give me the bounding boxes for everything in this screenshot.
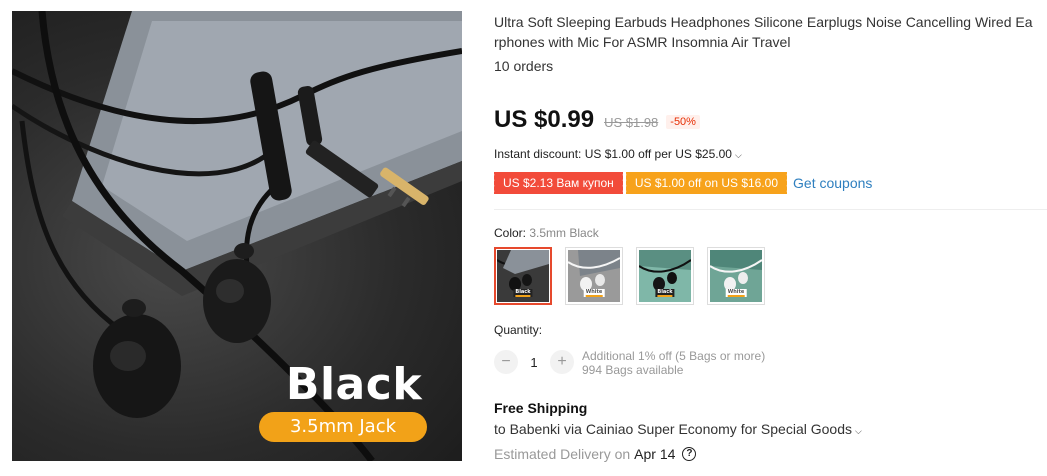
help-circle-icon[interactable]: ? xyxy=(682,447,697,461)
product-main-image[interactable]: Black 3.5mm Jack xyxy=(12,11,462,461)
swatch-tag: Black xyxy=(655,289,675,297)
color-swatches: Black White Black White xyxy=(494,247,765,305)
color-selected-value: 3.5mm Black xyxy=(529,226,599,240)
stock-available: 994 Bags available xyxy=(582,363,684,377)
get-coupons-link[interactable]: Get coupons xyxy=(793,175,872,191)
bulk-discount-note: Additional 1% off (5 Bags or more) xyxy=(582,349,766,363)
delivery-date: Apr 14 xyxy=(634,446,676,462)
quantity-plus-button[interactable]: + xyxy=(550,350,574,374)
shipping-title: Free Shipping xyxy=(494,400,588,416)
shipping-destination-text: to Babenki via Cainiao Super Economy for… xyxy=(494,421,852,437)
color-swatch-black-2[interactable]: Black xyxy=(636,247,694,305)
chevron-down-icon: ⌵ xyxy=(854,426,862,436)
product-title: Ultra Soft Sleeping Earbuds Headphones S… xyxy=(494,12,1047,52)
discount-badge: -50% xyxy=(666,115,700,129)
price-row: US $0.99 US $1.98 -50% xyxy=(494,106,700,134)
divider xyxy=(494,209,1047,210)
hero-color-label: Black xyxy=(285,359,423,410)
color-swatch-white-1[interactable]: White xyxy=(565,247,623,305)
estimated-delivery: Estimated Delivery on Apr 14 ? xyxy=(494,446,697,462)
original-price: US $1.98 xyxy=(604,115,659,130)
color-swatch-black-1[interactable]: Black xyxy=(494,247,552,305)
current-price: US $0.99 xyxy=(494,106,595,133)
swatch-tag: White xyxy=(583,289,605,297)
off-coupon[interactable]: US $1.00 off on US $16.00 xyxy=(623,172,790,194)
coupon-row: US $2.13 Вам купон US $1.00 off on US $1… xyxy=(492,172,872,194)
color-label: Color: 3.5mm Black xyxy=(494,226,599,240)
product-title-line2: rphones with Mic For ASMR Insomnia Air T… xyxy=(494,34,791,50)
chevron-down-icon: ⌵ xyxy=(734,150,742,160)
shipping-destination[interactable]: to Babenki via Cainiao Super Economy for… xyxy=(494,421,862,437)
color-label-text: Color: xyxy=(494,226,527,240)
delivery-label: Estimated Delivery on xyxy=(494,446,631,462)
quantity-note: Additional 1% off (5 Bags or more) 994 B… xyxy=(582,349,765,377)
quantity-stepper: − 1 + xyxy=(494,350,574,374)
swatch-tag: White xyxy=(725,289,747,297)
store-coupon[interactable]: US $2.13 Вам купон xyxy=(492,172,625,194)
instant-discount-text: Instant discount: US $1.00 off per US $2… xyxy=(494,147,732,161)
swatch-tag: Black xyxy=(513,289,533,297)
quantity-label: Quantity: xyxy=(494,323,543,337)
quantity-minus-button[interactable]: − xyxy=(494,350,518,374)
quantity-value[interactable]: 1 xyxy=(518,355,550,370)
orders-count: 10 orders xyxy=(494,58,554,74)
product-title-line1: Ultra Soft Sleeping Earbuds Headphones S… xyxy=(494,14,1033,30)
hero-jack-pill: 3.5mm Jack xyxy=(259,412,427,442)
instant-discount[interactable]: Instant discount: US $1.00 off per US $2… xyxy=(494,147,742,161)
color-swatch-white-2[interactable]: White xyxy=(707,247,765,305)
